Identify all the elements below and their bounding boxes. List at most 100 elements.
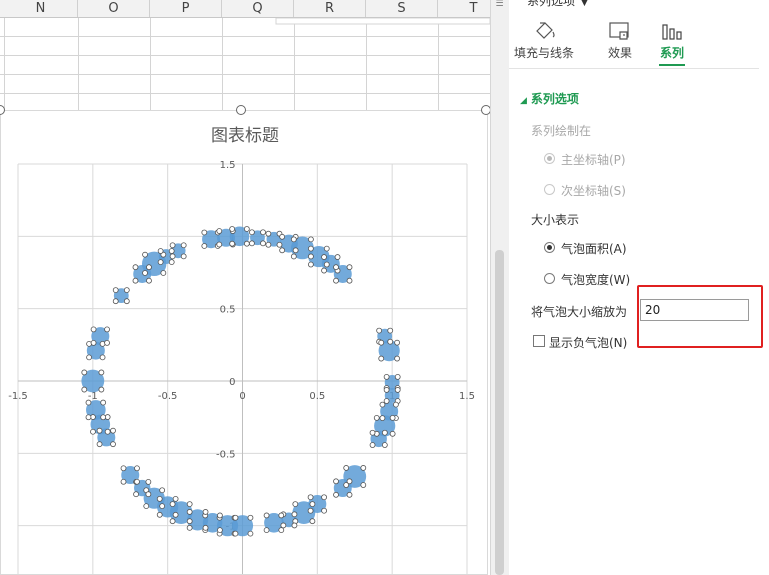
selection-marker [86,354,92,361]
selection-marker [134,478,140,485]
selection-marker [389,430,396,437]
selection-marker [81,369,88,376]
vertical-scrollbar[interactable]: ☰ [490,0,509,575]
chart-resize-handle-top-right[interactable] [481,105,490,115]
active-tab-underline [659,64,685,66]
series-options-section-header[interactable]: ◢ 系列选项 [520,90,579,107]
selection-marker [134,465,140,472]
chart-area[interactable]: 图表标题 -1.5-1-0.500.511.51.510.50-0.5-1 [0,110,488,575]
selection-marker [346,264,353,271]
selection-marker [247,530,254,537]
primary-axis-label: 主坐标轴(P) [561,153,626,167]
selection-marker [323,245,330,252]
scale-bubble-size-label: 将气泡大小缩放为 [531,305,628,319]
selection-marker [321,507,327,514]
selection-marker [169,518,176,525]
column-header-o[interactable]: O [78,0,150,17]
selection-marker [308,236,314,243]
selection-marker [90,326,97,333]
selection-marker [96,427,103,434]
fill-bucket-icon [536,22,555,39]
selection-marker [381,429,388,436]
selection-marker [186,501,193,507]
chart-resize-handle-top-center[interactable] [236,105,246,115]
selection-marker [169,253,176,260]
selection-marker [229,226,236,232]
tab-series[interactable]: 系列 [637,18,707,66]
selection-marker [160,270,167,276]
column-header-s[interactable]: S [366,0,438,17]
chevron-down-icon[interactable]: ▼ [581,0,588,8]
selection-marker [379,401,386,408]
selection-marker [98,386,105,393]
bubble-width-label[interactable]: 气泡宽度(W) [561,271,630,288]
show-negative-bubbles-checkbox[interactable] [533,335,545,347]
selection-marker [333,491,339,498]
selection-marker [186,518,193,525]
selection-marker [172,496,179,502]
y-tick-label: 1.5 [220,160,236,171]
bubble-chart[interactable]: -1.5-1-0.500.511.51.510.50-0.5-1 [1,111,487,574]
selection-marker [321,494,327,501]
selection-marker [156,496,163,502]
selection-marker [159,503,166,510]
secondary-axis-radio[interactable] [544,184,555,195]
selection-marker [249,229,255,236]
selection-marker [157,248,164,254]
selection-marker [373,414,380,421]
selection-marker [376,327,383,334]
selection-marker [142,270,148,276]
pane-header-title: 系列选项 [527,0,576,8]
primary-axis-radio[interactable] [544,153,555,164]
selection-marker [379,415,386,422]
selection-marker [90,428,96,435]
selection-marker [201,243,208,249]
column-header-p[interactable]: P [150,0,222,17]
column-header-q[interactable]: Q [222,0,294,17]
selection-marker [378,355,385,362]
selection-marker [202,509,209,515]
selection-marker [334,254,341,260]
column-header-t[interactable]: T [438,0,490,17]
size-represents-label: 大小表示 [531,213,580,227]
selection-marker [263,527,270,534]
bubble-scale-input[interactable] [640,299,749,321]
selection-marker [333,478,339,485]
selection-marker [394,387,401,393]
selection-marker [145,491,152,498]
bubble-area-radio[interactable] [544,242,555,253]
column-header-n[interactable]: N [4,0,78,17]
tab-fill-line[interactable]: 填充与线条 [509,18,579,61]
selection-marker [321,254,327,260]
selection-marker [243,240,250,247]
selection-marker [132,264,139,271]
selection-marker [260,240,266,247]
selection-marker [142,251,148,258]
selection-marker [265,230,272,237]
selection-marker [369,429,376,436]
show-negative-bubbles-label[interactable]: 显示负气泡(N) [549,334,627,351]
pane-header[interactable]: 系列选项 ▼ [527,0,588,9]
selection-marker [291,511,298,518]
y-tick-label: -0.5 [216,449,236,460]
menu-lines-icon[interactable]: ☰ [493,0,506,9]
selection-marker [132,277,139,284]
selection-marker [180,253,187,260]
selection-marker [110,427,116,434]
selection-marker [307,507,314,514]
selection-marker [346,478,353,485]
selection-marker [360,482,367,488]
secondary-axis-label: 次坐标轴(S) [561,184,626,198]
column-header-r[interactable]: R [294,0,366,17]
selection-marker [180,242,187,249]
bubble-area-label[interactable]: 气泡面积(A) [561,240,627,257]
collapse-triangle-icon[interactable]: ◢ [520,96,527,106]
tab-label: 填充与线条 [513,46,574,60]
bubble-width-radio[interactable] [544,273,555,284]
selection-marker [168,259,175,266]
selection-marker [333,264,339,271]
selection-marker [156,511,163,518]
selection-marker [394,355,401,362]
selection-marker [309,501,316,507]
scrollbar-thumb[interactable] [495,250,504,575]
